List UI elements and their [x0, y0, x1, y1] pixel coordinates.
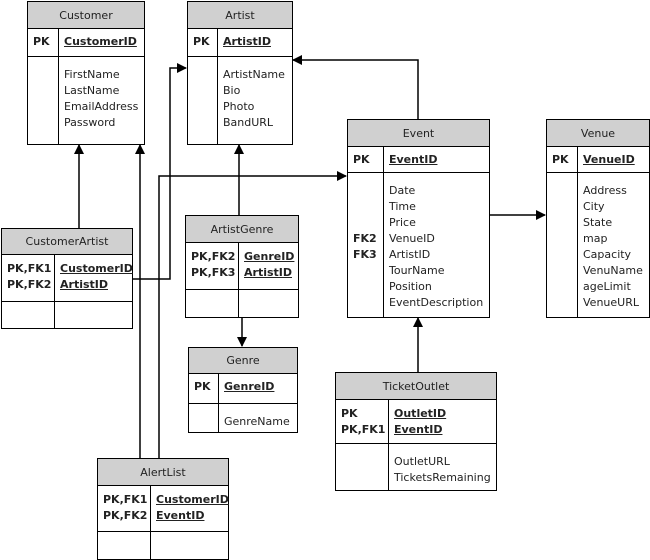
relationship-lines [74, 55, 546, 458]
rel-event-artist [292, 55, 419, 119]
rel-alertlist-event [158, 171, 347, 458]
